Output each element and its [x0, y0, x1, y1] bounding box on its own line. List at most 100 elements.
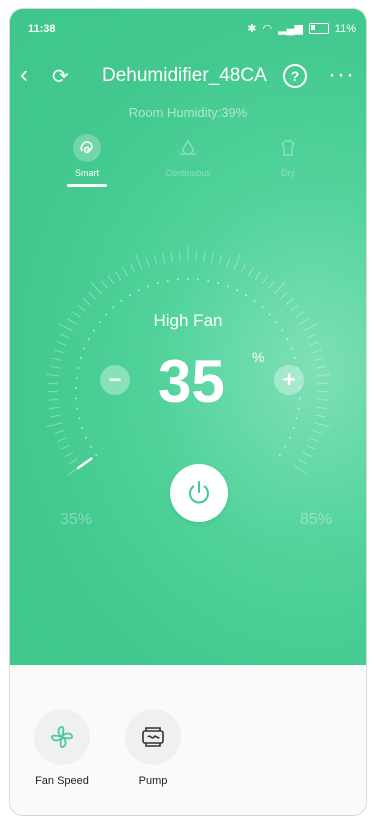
dial-tick [313, 422, 330, 428]
dial-tick [267, 280, 275, 290]
mode-underline [67, 184, 107, 187]
dial-tick [54, 349, 64, 354]
dial-dot [79, 357, 82, 360]
dial-dot [112, 306, 115, 309]
dial-tick [48, 382, 59, 385]
dial-tick [60, 444, 70, 450]
dial-dot [207, 279, 210, 282]
fan-level-label: High Fan [153, 311, 223, 330]
dial-dot [278, 454, 281, 457]
help-icon[interactable]: ? [283, 64, 307, 88]
dial-tick [317, 399, 328, 401]
dial-tick [261, 275, 269, 285]
dial-tick [317, 382, 328, 385]
dial-tick [57, 437, 67, 442]
mode-label: Continuous [165, 168, 211, 178]
dial-dot [292, 427, 295, 430]
dial-dot [89, 445, 92, 448]
dial-dot [261, 306, 264, 309]
dial-dot [297, 407, 300, 410]
continuous-icon [174, 134, 202, 162]
battery-percent: 11% [334, 22, 356, 35]
dial-dot [120, 299, 123, 302]
mode-continuous[interactable]: Continuous [148, 134, 228, 178]
dial-dot [295, 417, 298, 420]
dial-tick [88, 291, 97, 300]
dial-tick [226, 257, 231, 268]
signal-icon: ▂▄▆ [278, 23, 303, 35]
dial-dot [75, 376, 78, 379]
dial-tick [211, 253, 214, 264]
dial-dot [156, 282, 159, 285]
dial-dot [137, 289, 140, 292]
dial-tick [107, 275, 115, 285]
status-time: 11:38 [28, 23, 56, 35]
dial-tick [311, 429, 322, 434]
pump-function[interactable]: Pump [118, 709, 188, 787]
pump-icon [125, 709, 181, 765]
dial-tick [285, 298, 294, 306]
dial-tick [68, 458, 78, 465]
dial-tick [122, 266, 128, 277]
more-icon[interactable]: ··· [328, 61, 355, 89]
function-label: Fan Speed [35, 775, 89, 787]
smart-icon [73, 134, 101, 162]
dial-tick [101, 280, 109, 290]
dial-tick [302, 451, 312, 458]
mode-smart[interactable]: Smart [47, 134, 127, 187]
dial-tick [56, 341, 67, 346]
battery-icon [308, 23, 329, 34]
dial-dot [245, 294, 248, 297]
dial-dot [75, 397, 78, 400]
dial-dot [77, 366, 80, 369]
dial-dot [253, 299, 256, 302]
dial-tick [218, 254, 223, 265]
dial-tick [51, 357, 62, 361]
dry-icon [274, 134, 302, 162]
dial-tick [309, 437, 319, 442]
fan-speed-function[interactable]: Fan Speed [27, 709, 97, 787]
dial-dot [284, 445, 287, 448]
fan-icon [34, 709, 90, 765]
function-panel: Fan Speed Pump [10, 665, 366, 815]
dial-dot [197, 278, 200, 281]
power-button[interactable] [170, 464, 228, 522]
mode-label: Smart [74, 168, 99, 178]
dial-tick [195, 251, 197, 262]
dial-tick [162, 253, 165, 264]
dial-tick [50, 365, 61, 369]
dial-dot [128, 294, 131, 297]
dial-tick [315, 414, 326, 418]
dial-tick [233, 254, 241, 270]
mode-dry[interactable]: Dry [248, 134, 328, 178]
dial-tick [203, 251, 206, 263]
dial-tick [274, 281, 286, 295]
range-max-label: 85% [300, 511, 333, 528]
dial-dot [288, 436, 291, 439]
decrease-button[interactable]: − [100, 365, 130, 395]
dial-pointer[interactable] [76, 457, 93, 470]
dial-tick [248, 266, 254, 277]
back-icon[interactable]: ‹ [20, 63, 28, 87]
dial-dot [294, 357, 297, 360]
dial-tick [312, 349, 322, 354]
dial-tick [114, 271, 121, 281]
dial-tick [255, 271, 262, 281]
bluetooth-icon: ✱ [247, 23, 257, 35]
dial-tick [145, 257, 150, 268]
power-icon [189, 481, 209, 504]
dial-dot [78, 417, 81, 420]
dial-tick [317, 373, 330, 377]
refresh-icon[interactable]: ⟳ [52, 64, 69, 89]
dial-tick [50, 414, 61, 418]
increase-button[interactable]: + [274, 365, 304, 395]
dial-dot [76, 407, 79, 410]
dial-tick [48, 399, 59, 401]
dial-dot [87, 338, 90, 341]
dial-tick [316, 406, 327, 410]
dial-tick [306, 333, 317, 339]
dial-dot [217, 282, 220, 285]
mode-label: Dry [281, 168, 295, 178]
dial-dot [226, 285, 229, 288]
dial-dot [81, 427, 84, 430]
